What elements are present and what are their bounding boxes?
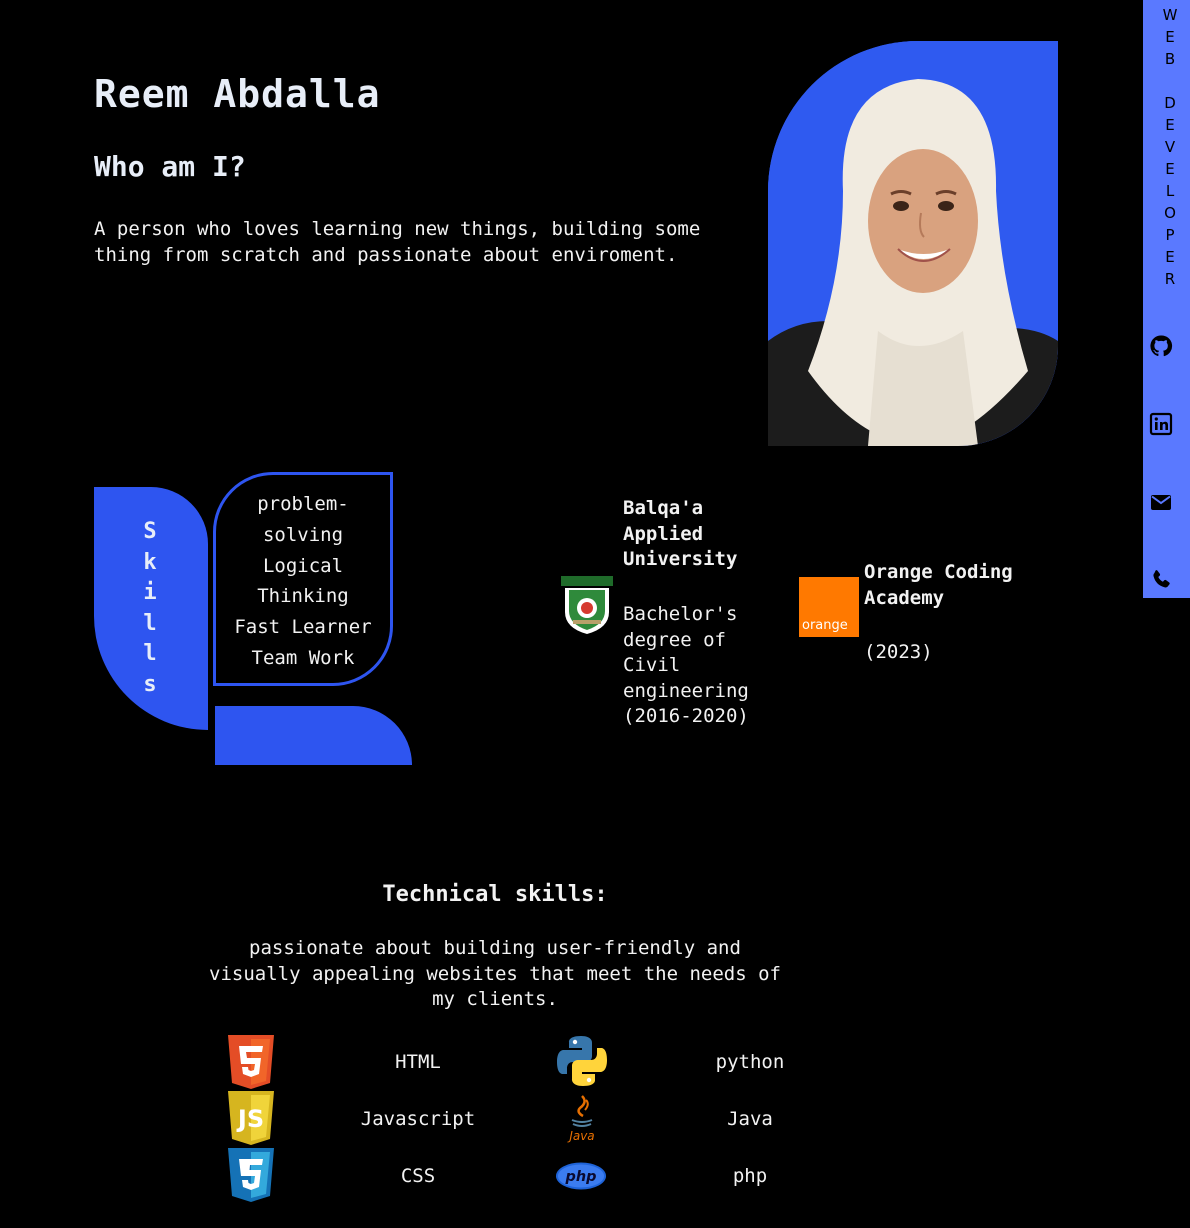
side-title-letter: P [1165, 226, 1175, 244]
orange-logo-text: orange [802, 618, 848, 633]
skills-heading-letter: s [143, 671, 157, 697]
skills-heading-letter: i [143, 580, 157, 605]
tech-label: Java [727, 1108, 773, 1130]
soft-skills-list: problem- solving Logical Thinking Fast L… [216, 489, 390, 674]
side-title-letter: L [1165, 182, 1175, 200]
php-icon: php [555, 1162, 607, 1190]
side-title-letter: E [1165, 248, 1175, 266]
soft-skill: Fast Learner [234, 616, 372, 639]
tech-label: php [732, 1165, 768, 1187]
github-icon[interactable] [1149, 334, 1173, 358]
java-icon: Java [567, 1095, 595, 1143]
html5-icon [228, 1035, 274, 1089]
technical-heading: Technical skills: [382, 882, 608, 907]
university-name: Balqa'a Applied University [623, 497, 738, 570]
university-logo [561, 576, 613, 634]
skills-tab: Skills [94, 487, 208, 730]
side-title-letter [1143, 70, 1190, 92]
side-title-letter: E [1165, 28, 1175, 46]
skills-heading-letter: l [143, 641, 157, 666]
side-nav: WEB DEVELOPER [1143, 0, 1190, 598]
soft-skill: problem- [257, 493, 349, 515]
soft-skills-box: problem- solving Logical Thinking Fast L… [213, 472, 393, 686]
orange-logo: orange [799, 577, 859, 637]
side-title-letter: W [1162, 6, 1178, 24]
side-title: WEB DEVELOPER [1143, 4, 1190, 290]
side-title-letter: B [1164, 50, 1176, 68]
skills-heading-letter: S [143, 519, 157, 544]
tech-label: HTML [395, 1051, 441, 1073]
profile-photo [768, 41, 1058, 446]
css3-icon [228, 1148, 274, 1202]
soft-skill: solving [262, 523, 344, 546]
phone-icon[interactable] [1149, 568, 1173, 592]
side-title-letter: E [1165, 116, 1175, 134]
skills-decoration [215, 706, 412, 765]
academy-year: (2023) [864, 641, 933, 663]
java-icon-text: Java [567, 1129, 594, 1143]
side-title-letter: V [1164, 138, 1176, 156]
university-degree: Bachelor's degree of Civil engineering (… [623, 603, 749, 727]
skills-heading-letter: l [143, 610, 157, 636]
academy-name: Orange Coding Academy [864, 561, 1013, 609]
tech-label: Javascript [360, 1108, 476, 1130]
side-title-letter: E [1165, 160, 1175, 178]
tech-label: CSS [400, 1165, 436, 1187]
soft-skill: Logical [262, 554, 344, 577]
soft-skill: Team Work [251, 646, 355, 669]
side-title-letter: O [1164, 204, 1176, 222]
js-icon: JS [228, 1091, 274, 1145]
envelope-icon[interactable] [1149, 490, 1173, 514]
about-heading: Who am I? [94, 150, 246, 183]
soft-skill: Thinking [257, 585, 349, 608]
page-title: Reem Abdalla [94, 72, 381, 116]
skills-heading-letter: k [143, 549, 157, 575]
side-title-letter: R [1164, 270, 1176, 288]
skills-heading: Skills [138, 517, 162, 700]
tech-label: python [715, 1051, 785, 1073]
technical-description: passionate about building user-friendly … [209, 937, 781, 1010]
about-text: A person who loves learning new things, … [94, 218, 701, 266]
svg-text:JS: JS [236, 1105, 264, 1133]
python-icon [557, 1036, 607, 1086]
linkedin-icon[interactable] [1149, 412, 1173, 436]
php-icon-text: php [565, 1169, 597, 1185]
side-title-letter: D [1164, 94, 1176, 112]
